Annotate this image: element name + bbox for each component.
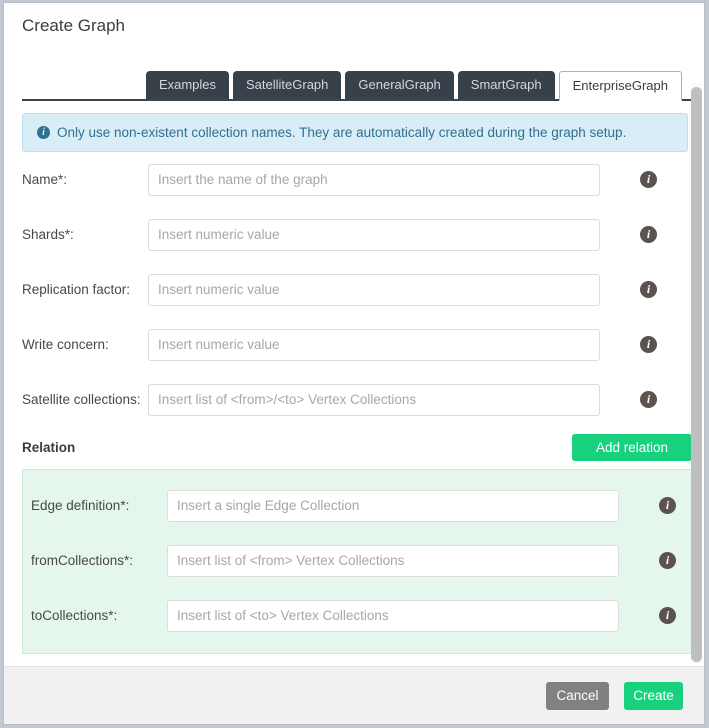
cancel-button[interactable]: Cancel xyxy=(546,682,609,710)
info-icon[interactable]: i xyxy=(640,171,657,188)
info-banner-text: Only use non-existent collection names. … xyxy=(57,125,626,140)
add-relation-button[interactable]: Add relation xyxy=(572,434,692,461)
field-label: Name*: xyxy=(22,172,148,187)
form-row: Edge definition*: i xyxy=(23,478,691,533)
relation-panel: Edge definition*:ifromCollections*:itoCo… xyxy=(22,469,692,654)
info-icon[interactable]: i xyxy=(659,497,676,514)
form-row: Write concern: i xyxy=(4,317,705,372)
modal-header: Create Graph xyxy=(4,3,704,47)
info-icon[interactable]: i xyxy=(640,336,657,353)
tab-satellitegraph[interactable]: SatelliteGraph xyxy=(233,71,341,99)
input-edgedefinition[interactable] xyxy=(167,490,619,522)
input-shards[interactable] xyxy=(148,219,600,251)
info-icon[interactable]: i xyxy=(640,391,657,408)
info-icon[interactable]: i xyxy=(640,281,657,298)
tab-generalgraph[interactable]: GeneralGraph xyxy=(345,71,453,99)
form-row: Replication factor: i xyxy=(4,262,705,317)
tab-examples[interactable]: Examples xyxy=(146,71,229,99)
create-graph-modal: Create Graph ExamplesSatelliteGraphGener… xyxy=(3,2,705,725)
form-row: fromCollections*: i xyxy=(23,533,691,588)
input-satellitecollections[interactable] xyxy=(148,384,600,416)
field-label: Shards*: xyxy=(22,227,148,242)
scrollbar-thumb[interactable] xyxy=(691,87,702,662)
info-icon[interactable]: i xyxy=(659,607,676,624)
relation-section-label: Relation xyxy=(22,440,75,455)
field-label: fromCollections*: xyxy=(31,553,167,568)
form-row: toCollections*: i xyxy=(23,588,691,643)
form-row: Name*: i xyxy=(4,152,705,207)
field-label: Edge definition*: xyxy=(31,498,167,513)
input-writeconcern[interactable] xyxy=(148,329,600,361)
form-row: Shards*: i xyxy=(4,207,705,262)
field-label: Replication factor: xyxy=(22,282,148,297)
field-label: Write concern: xyxy=(22,337,148,352)
field-label: toCollections*: xyxy=(31,608,167,623)
info-icon: i xyxy=(37,126,50,139)
input-tocollections[interactable] xyxy=(167,600,619,632)
page-title: Create Graph xyxy=(22,16,704,36)
tab-bar: ExamplesSatelliteGraphGeneralGraphSmartG… xyxy=(22,65,692,101)
info-icon[interactable]: i xyxy=(659,552,676,569)
modal-body: ExamplesSatelliteGraphGeneralGraphSmartG… xyxy=(4,47,705,667)
tab-smartgraph[interactable]: SmartGraph xyxy=(458,71,555,99)
input-name[interactable] xyxy=(148,164,600,196)
info-banner: i Only use non-existent collection names… xyxy=(22,113,688,152)
create-button[interactable]: Create xyxy=(624,682,683,710)
tab-enterprisegraph[interactable]: EnterpriseGraph xyxy=(559,71,682,101)
modal-footer: Cancel Create xyxy=(4,666,704,724)
form-row: Satellite collections: i xyxy=(4,372,705,427)
info-icon[interactable]: i xyxy=(640,226,657,243)
field-label: Satellite collections: xyxy=(22,392,148,407)
graph-settings-form: Name*:iShards*:iReplication factor:iWrit… xyxy=(4,152,705,427)
input-replicationfactor[interactable] xyxy=(148,274,600,306)
input-fromcollections[interactable] xyxy=(167,545,619,577)
relation-header: Relation Add relation xyxy=(4,427,705,469)
